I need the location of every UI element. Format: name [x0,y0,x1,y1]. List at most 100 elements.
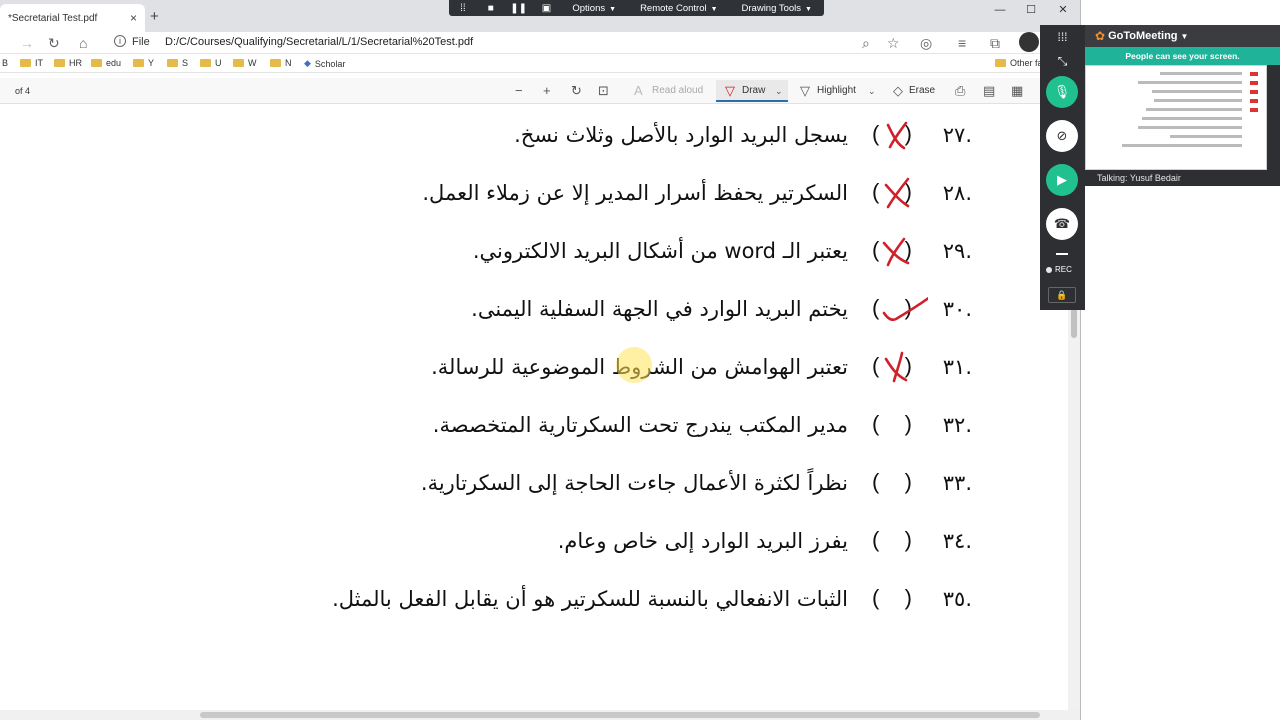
eraser-icon[interactable]: ◇ [893,83,903,99]
answer-box[interactable]: () [866,527,918,561]
info-icon[interactable]: i [114,35,126,47]
microphone-button[interactable]: 🎙 [1046,76,1078,108]
x-mark-icon [884,351,908,383]
grip-icon[interactable]: ⁞⁞ [449,3,477,14]
question-number: .٢٧ [942,123,972,147]
folder-icon [233,59,244,67]
x-mark-icon [886,121,908,150]
pdf-toolbar: of 4 − + ↻ ⊡ A Read aloud [0,78,1040,104]
scrollbar-thumb[interactable] [1071,308,1077,338]
favorite-star-icon[interactable]: ☆ [887,34,900,52]
lock-button[interactable]: 🔒 [1048,287,1076,303]
question-text: يسجل البريد الوارد بالأصل وثلاث نسخ. [514,123,848,147]
reload-icon[interactable]: ↻ [48,34,60,52]
print-icon[interactable]: ⎙ [955,83,965,99]
bookmark-folder[interactable]: W [233,58,257,68]
fit-page-icon[interactable]: ⊡ [598,83,609,99]
page-count: of 4 [15,86,31,96]
question-row: .٣١ () تعتبر الهوامش من الشروط الموضوعية… [0,349,1068,389]
screen-share-icon: ▶ [1057,172,1067,187]
read-aloud-icon[interactable]: A [634,83,643,99]
folder-icon [270,59,281,67]
bookmark-scholar[interactable]: ◆ Scholar [304,58,345,69]
bookmark-folder[interactable]: N [270,58,292,68]
question-row: .٣٣ () نظراً لكثرة الأعمال جاءت الحاجة إ… [0,465,1068,505]
highlight-button[interactable]: Highlight [817,85,856,96]
draw-pen-icon[interactable]: ▽ [725,83,735,99]
window-close-icon[interactable]: ✕ [1048,0,1078,20]
gotomeeting-logo-icon: ✿ [1095,29,1106,43]
zoom-icon[interactable]: ⌕ [862,34,870,52]
record-button[interactable]: REC [1046,265,1072,274]
microphone-icon: 🎙 [1053,84,1071,99]
phone-hangup-icon: ☎ [1053,216,1071,231]
question-row: .٢٨ () السكرتير يحفظ أسرار المدير إلا عن… [0,175,1068,215]
forward-icon[interactable]: → [20,34,34,52]
bookmark-folder[interactable]: HR [54,58,82,68]
zoom-out-icon[interactable]: − [515,83,523,99]
draw-button[interactable]: Draw [742,85,765,96]
answer-box[interactable]: () [866,585,918,619]
folder-icon [200,59,211,67]
remote-control-menu[interactable]: Remote Control ▼ [628,3,729,14]
home-icon[interactable]: ⌂ [79,34,87,52]
save-as-icon[interactable]: ▦ [1011,83,1023,99]
gtm-app-menu[interactable]: ✿ GoToMeeting ▼ [1095,29,1188,43]
folder-icon [167,59,178,67]
stop-share-icon[interactable]: ■ [477,3,505,14]
collections-icon[interactable]: ⧉ [990,34,1000,52]
leave-meeting-button[interactable]: ☎ [1046,208,1078,240]
answer-box[interactable]: () [866,411,918,445]
horizontal-scrollbar-thumb[interactable] [200,712,1040,718]
drawing-tools-menu[interactable]: Drawing Tools ▼ [730,3,824,14]
pdf-page: .٢٧ () يسجل البريد الوارد بالأصل وثلاث ن… [0,105,1068,710]
answer-box[interactable]: () [866,469,918,503]
gtm-floating-toolbar: ⁞⁞ ■ ❚❚ ▣ Options ▼ Remote Control ▼ Drawi… [449,0,824,16]
divider [1056,253,1068,255]
tab-title: *Secretarial Test.pdf [8,12,98,24]
pause-icon[interactable]: ❚❚ [505,3,533,14]
bookmark-other[interactable]: Other fa [995,58,1043,68]
bookmark-item[interactable]: B [2,58,8,68]
grid-menu-icon[interactable]: ⁞⁞⁞ [1040,30,1085,44]
chevron-down-icon[interactable]: ⌄ [868,83,876,99]
rotate-icon[interactable]: ↻ [571,83,582,99]
address-bar: → ↻ ⌂ i File D:/C/Courses/Qualifying/Sec… [0,32,1080,54]
read-aloud-button[interactable]: Read aloud [652,85,703,96]
lock-icon: 🔒 [1056,290,1068,300]
bookmark-folder[interactable]: IT [20,58,43,68]
bookmark-folder[interactable]: S [167,58,188,68]
options-menu[interactable]: Options ▼ [560,3,628,14]
question-row: .٣٤ () يفرز البريد الوارد إلى خاص وعام. [0,523,1068,563]
collapse-icon[interactable]: ⤡ [1040,54,1085,69]
bookmark-folder[interactable]: Y [133,58,154,68]
scholar-icon: ◆ [304,58,311,68]
question-row: .٣٠ () يختم البريد الوارد في الجهة السفل… [0,291,1068,331]
camera-off-button[interactable]: ⊘ [1046,120,1078,152]
save-icon[interactable]: ▤ [983,83,995,99]
screen-share-icon[interactable]: ▣ [533,3,561,14]
url-scheme-label: File [132,36,150,48]
url-field[interactable]: D:/C/Courses/Qualifying/Secretarial/L/1/… [165,36,473,48]
zoom-in-icon[interactable]: + [543,83,551,99]
profile-avatar[interactable] [1019,32,1039,52]
question-number: .٣٠ [942,297,972,321]
browser-tab[interactable]: *Secretarial Test.pdf × [0,4,145,32]
new-tab-icon[interactable]: + [150,8,159,25]
folder-icon [91,59,102,67]
question-text: السكرتير يحفظ أسرار المدير إلا عن زملاء … [422,181,848,205]
screen-share-button[interactable]: ▶ [1046,164,1078,196]
highlight-icon[interactable]: ▽ [800,83,810,99]
folder-icon [54,59,65,67]
bookmark-folder[interactable]: U [200,58,222,68]
erase-button[interactable]: Erase [909,85,935,96]
screen-preview-thumbnail [1085,65,1267,170]
question-number: .٢٩ [942,239,972,263]
bookmark-folder[interactable]: edu [91,58,121,68]
tab-close-icon[interactable]: × [130,11,137,25]
favorites-icon[interactable]: ≡ [958,34,966,52]
chevron-down-icon[interactable]: ⌄ [775,83,783,99]
minimize-icon[interactable]: — [985,0,1015,20]
maximize-icon[interactable]: ☐ [1016,0,1046,20]
extension-icon[interactable]: ◎ [920,34,932,52]
